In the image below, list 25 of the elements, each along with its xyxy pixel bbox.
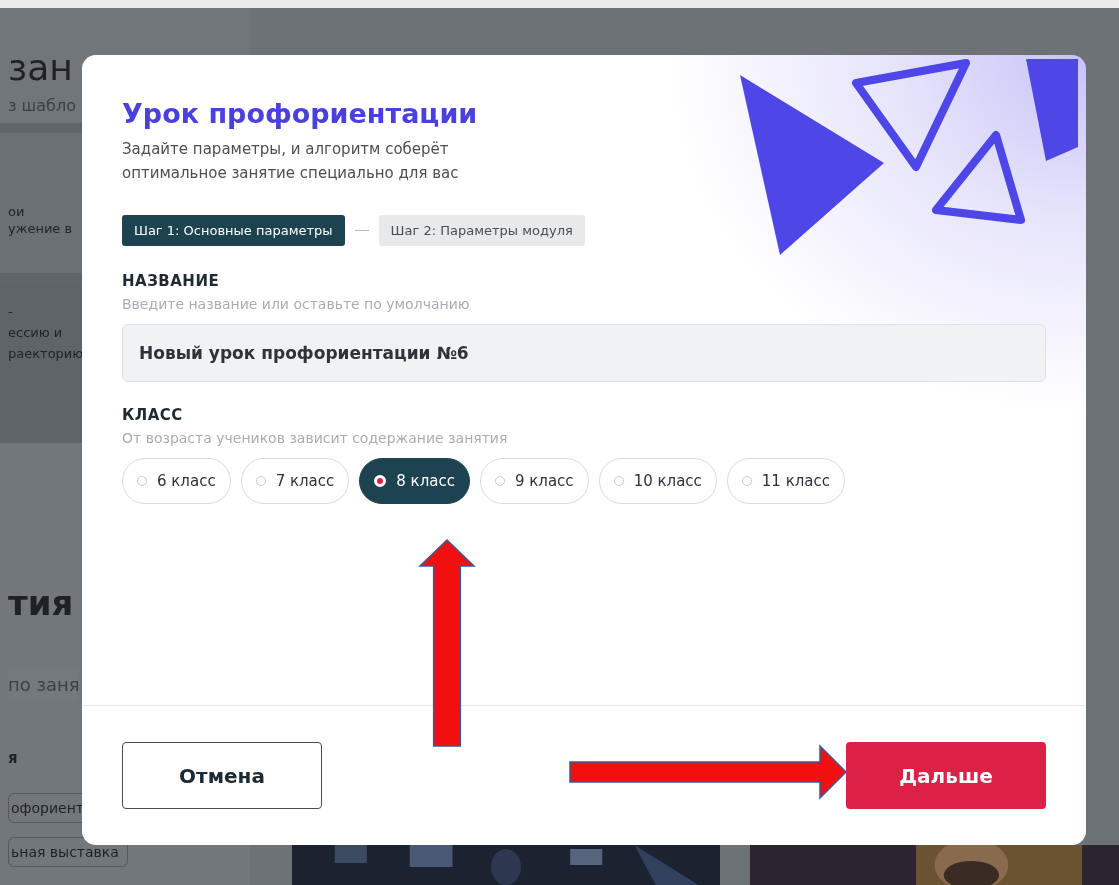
dialog-subtitle: Задайте параметры, и алгоритм соберёт оптимальное занятие специально для вас [122, 139, 460, 184]
grade-option[interactable]: 7 класс [240, 458, 350, 504]
field-hint: Введите название или оставьте по умолчанию [122, 296, 471, 312]
grade-option[interactable]: 6 класс [122, 458, 231, 504]
step-tab[interactable]: Шаг 2: Параметры модуля [378, 215, 585, 246]
filter-label: я [8, 749, 18, 767]
grade-option[interactable]: 11 класс [726, 458, 846, 504]
card-text: ессию и [8, 324, 63, 341]
field-label: НАЗВАНИЕ [122, 272, 221, 290]
cancel-button[interactable]: Отмена [122, 742, 322, 809]
card-text: ои [8, 203, 25, 220]
grade-option[interactable]: 8 класс [359, 458, 470, 504]
card-text: ужение в [8, 220, 73, 237]
section-title: тия [8, 583, 74, 623]
field-hint: От возраста учеников зависит содержание занятия [122, 430, 509, 446]
grade-option[interactable]: 10 класс [598, 458, 717, 504]
grade-option[interactable]: 9 класс [479, 458, 589, 504]
name-field[interactable]: Новый урок профориентации №6 [122, 324, 1046, 382]
field-label: КЛАСС [122, 406, 184, 424]
next-button[interactable]: Дальше [846, 742, 1046, 809]
card-text: - [8, 303, 13, 320]
card-text: раекторию [8, 345, 84, 362]
page-heading: зан [8, 48, 73, 88]
step-tab[interactable]: Шаг 1: Основные параметры [122, 215, 345, 246]
dialog-title: Урок профориентации [122, 97, 479, 131]
